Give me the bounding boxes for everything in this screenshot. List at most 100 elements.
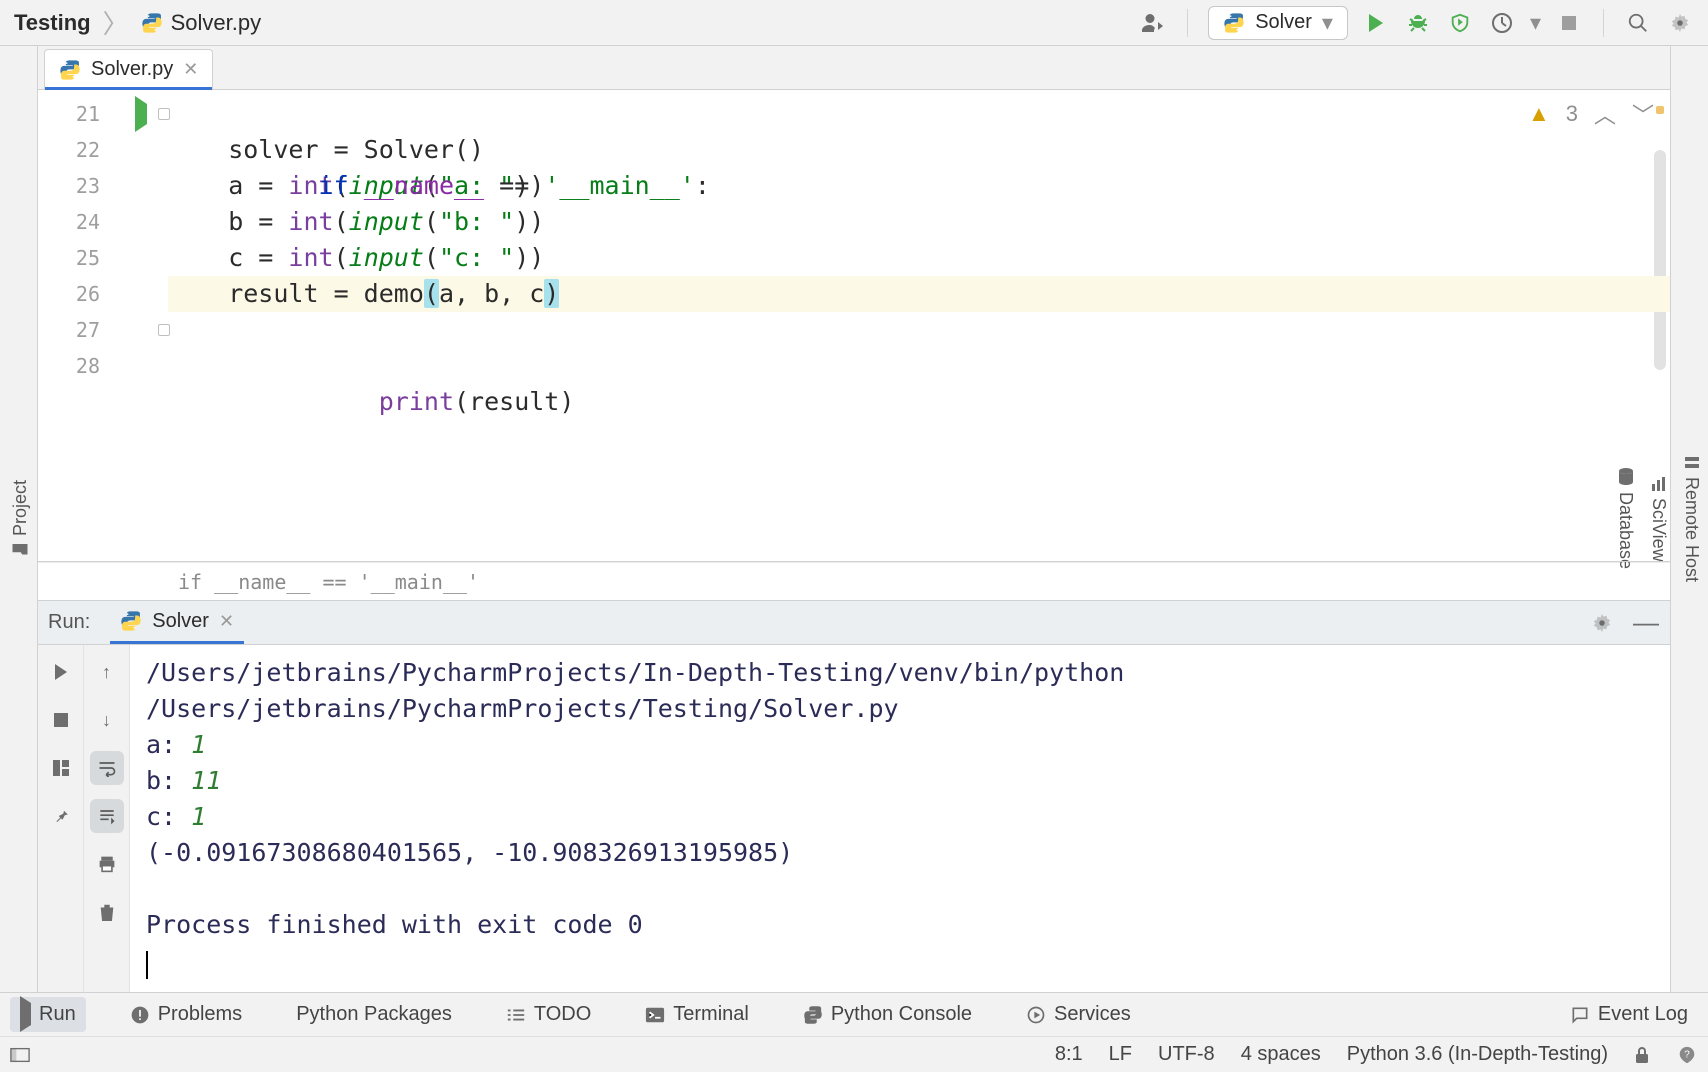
line-number[interactable]: 28 <box>38 348 114 384</box>
up-stacktrace-button[interactable]: ↑ <box>90 655 124 689</box>
editor-breadcrumbs[interactable]: if __name__ == '__main__' <box>38 562 1670 600</box>
python-file-icon <box>141 12 163 34</box>
fold-toggle-icon[interactable] <box>158 108 170 120</box>
run-toolbar-secondary: ↑ ↓ <box>84 645 130 992</box>
status-bar: 8:1 LF UTF-8 4 spaces Python 3.6 (In-Dep… <box>0 1036 1708 1072</box>
editor-tabs: Solver.py ✕ <box>38 46 1670 90</box>
rerun-button[interactable] <box>44 655 78 689</box>
settings-button[interactable] <box>1666 9 1694 37</box>
line-number[interactable]: 22 <box>38 132 114 168</box>
run-console[interactable]: /Users/jetbrains/PycharmProjects/In-Dept… <box>130 645 1670 992</box>
clear-all-button[interactable] <box>90 895 124 929</box>
search-everywhere-button[interactable] <box>1624 9 1652 37</box>
code-line-current[interactable]: result = demo(a, b, c) <box>168 276 1670 312</box>
token-builtin: input <box>349 207 424 236</box>
breadcrumb-scope[interactable]: if __name__ == '__main__' <box>178 570 479 594</box>
python-icon <box>120 610 142 632</box>
todo-toolwindow-button[interactable]: TODO <box>496 997 601 1032</box>
breadcrumb-project[interactable]: Testing <box>14 10 91 36</box>
debug-button[interactable] <box>1404 9 1432 37</box>
code-line[interactable]: c = int(input("c: ")) <box>168 240 1670 276</box>
breadcrumb-separator: 〉 <box>103 4 129 41</box>
line-number[interactable]: 24 <box>38 204 114 240</box>
token-op: == <box>484 171 544 200</box>
run-label: Run: <box>48 611 90 634</box>
chevron-down-icon: ▾ <box>1322 10 1333 36</box>
console-line: c: 1 <box>146 799 1654 835</box>
token-string: '__main__' <box>544 171 695 200</box>
editor-tab-label: Solver.py <box>91 58 173 81</box>
code-line[interactable]: if __name__ == '__main__': <box>168 96 1670 132</box>
terminal-toolwindow-button[interactable]: Terminal <box>635 997 759 1032</box>
left-toolstrip: Project Structure Favorites <box>0 46 38 992</box>
inspection-profile-icon[interactable]: ? <box>1676 1045 1698 1065</box>
toolwindow-quick-access-icon[interactable] <box>10 1047 30 1063</box>
code-area[interactable]: if __name__ == '__main__': solver = Solv… <box>168 90 1670 561</box>
console-line: a: 1 <box>146 727 1654 763</box>
python-packages-toolwindow-button[interactable]: Python Packages <box>286 997 462 1032</box>
bottom-label: Terminal <box>673 1003 749 1026</box>
down-stacktrace-button[interactable]: ↓ <box>90 703 124 737</box>
toolwindow-settings-button[interactable] <box>1588 609 1616 637</box>
services-toolwindow-button[interactable]: Services <box>1016 997 1141 1032</box>
close-icon[interactable]: ✕ <box>183 59 198 80</box>
code-line[interactable]: solver = Solver() <box>168 132 1670 168</box>
line-number[interactable]: 25 <box>38 240 114 276</box>
token-builtin: print <box>379 387 454 416</box>
profile-button[interactable] <box>1488 9 1516 37</box>
navigation-bar: Testing 〉 Solver.py Solver ▾ ▾ <box>0 0 1708 46</box>
encoding-status[interactable]: UTF-8 <box>1158 1043 1215 1066</box>
run-toolwindow: Run: Solver ✕ — <box>38 600 1670 992</box>
toolbar-divider <box>1187 9 1188 37</box>
bottom-label: TODO <box>534 1003 591 1026</box>
code-line[interactable]: b = int(input("b: ")) <box>168 204 1670 240</box>
token-builtin: int <box>288 207 333 236</box>
run-config-name: Solver <box>1255 11 1312 34</box>
code-editor[interactable]: ▲ 3 ︿ ﹀ 21 22 23 24 25 26 27 28 <box>38 90 1670 562</box>
line-number-gutter: 21 22 23 24 25 26 27 28 <box>38 90 114 561</box>
console-line: /Users/jetbrains/PycharmProjects/In-Dept… <box>146 655 1654 691</box>
console-line: /Users/jetbrains/PycharmProjects/Testing… <box>146 691 1654 727</box>
run-configuration-selector[interactable]: Solver ▾ <box>1208 6 1348 40</box>
token-builtin: int <box>288 243 333 272</box>
chevron-down-icon[interactable]: ▾ <box>1530 10 1541 36</box>
structure-toolwindow-button[interactable]: Structure <box>0 457 4 580</box>
line-number[interactable]: 26 <box>38 276 114 312</box>
project-toolwindow-button[interactable]: Project <box>4 466 37 572</box>
add-configuration-user-icon[interactable] <box>1139 9 1167 37</box>
line-number[interactable]: 23 <box>38 168 114 204</box>
run-tab[interactable]: Solver ✕ <box>110 602 244 644</box>
line-number[interactable]: 21 <box>38 96 114 132</box>
console-line: Process finished with exit code 0 <box>146 907 1654 943</box>
scroll-to-end-button[interactable] <box>90 799 124 833</box>
code-line[interactable] <box>168 348 1670 384</box>
close-icon[interactable]: ✕ <box>219 611 234 632</box>
run-button[interactable] <box>1362 9 1390 37</box>
editor-tab-solver[interactable]: Solver.py ✕ <box>44 49 213 89</box>
line-number[interactable]: 27 <box>38 312 114 348</box>
right-toolstrip: Remote Host SciView Database <box>1670 46 1708 992</box>
soft-wrap-button[interactable] <box>90 751 124 785</box>
run-gutter-icon[interactable] <box>135 104 147 125</box>
remote-host-toolwindow-button[interactable]: Remote Host <box>1675 441 1708 596</box>
token-plain: c = <box>168 243 288 272</box>
readonly-lock-icon[interactable] <box>1634 1046 1650 1064</box>
run-tab-label: Solver <box>152 610 209 633</box>
line-separator-status[interactable]: LF <box>1109 1043 1132 1066</box>
indent-status[interactable]: 4 spaces <box>1241 1043 1321 1066</box>
token-plain <box>319 387 379 416</box>
caret-position-status[interactable]: 8:1 <box>1055 1043 1083 1066</box>
python-console-toolwindow-button[interactable]: Python Console <box>793 997 982 1032</box>
layout-button[interactable] <box>44 751 78 785</box>
print-button[interactable] <box>90 847 124 881</box>
run-with-coverage-button[interactable] <box>1446 9 1474 37</box>
event-log-button[interactable]: Event Log <box>1560 997 1698 1032</box>
breadcrumb-file[interactable]: Solver.py <box>171 10 262 36</box>
pin-tab-button[interactable] <box>44 799 78 833</box>
interpreter-status[interactable]: Python 3.6 (In-Depth-Testing) <box>1347 1043 1608 1066</box>
hide-toolwindow-button[interactable]: — <box>1632 609 1660 637</box>
problems-toolwindow-button[interactable]: Problems <box>120 997 252 1032</box>
fold-toggle-icon[interactable] <box>158 324 170 336</box>
run-toolwindow-button[interactable]: Run <box>10 997 86 1032</box>
code-line[interactable]: print(result) <box>168 312 1670 348</box>
